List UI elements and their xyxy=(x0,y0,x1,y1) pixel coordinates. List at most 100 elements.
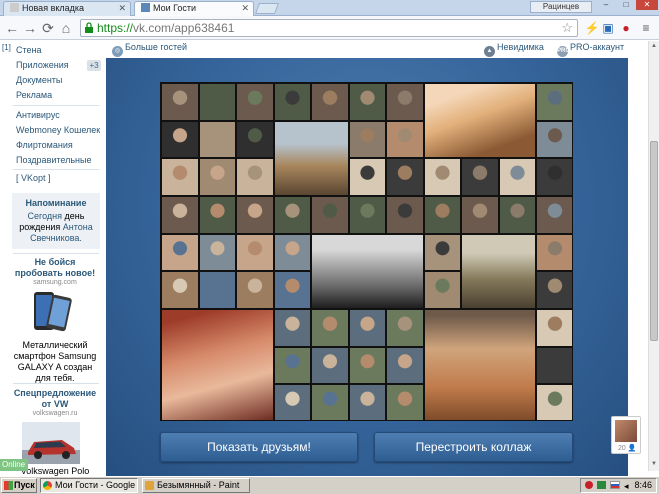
guest-photo-tile[interactable] xyxy=(273,83,312,121)
guest-photo-tile[interactable] xyxy=(273,309,312,347)
guest-photo-tile[interactable] xyxy=(273,196,312,234)
guest-photo-tile[interactable] xyxy=(311,233,424,309)
close-window-button[interactable]: ✕ xyxy=(636,0,658,10)
guest-photo-tile[interactable] xyxy=(423,271,462,309)
language-flag-icon[interactable] xyxy=(610,481,620,489)
invisible-mode-link[interactable]: ▲ Невидимка xyxy=(484,42,544,57)
guest-photo-tile[interactable] xyxy=(423,158,462,196)
tab-new-tab[interactable]: Новая вкладка ✕ xyxy=(3,1,131,16)
guest-photo-tile[interactable] xyxy=(311,196,349,234)
guest-photo-tile[interactable] xyxy=(236,196,274,234)
guest-photo-tile[interactable] xyxy=(386,384,424,420)
guest-photo-tile[interactable] xyxy=(311,83,349,121)
sidebar-counter[interactable]: [1] xyxy=(2,43,11,52)
guest-photo-tile[interactable] xyxy=(386,120,424,159)
guest-photo-tile[interactable] xyxy=(461,233,537,309)
guest-photo-tile[interactable] xyxy=(461,158,499,196)
sidebar-item-greetings[interactable]: Поздравительные xyxy=(16,155,92,165)
guest-photo-tile[interactable] xyxy=(536,83,572,121)
sidebar-item-vkopt[interactable]: [ VKopt ] xyxy=(16,173,51,183)
ad-car-image[interactable] xyxy=(22,422,80,464)
volume-icon[interactable]: ◂ xyxy=(624,480,629,493)
guest-photo-tile[interactable] xyxy=(348,309,387,347)
pinterest-icon[interactable]: ● xyxy=(618,20,634,36)
guest-photo-tile[interactable] xyxy=(498,196,537,234)
guest-photo-tile[interactable] xyxy=(273,346,312,385)
extension-bolt-icon[interactable]: ⚡ xyxy=(584,20,600,36)
guest-photo-tile[interactable] xyxy=(198,271,237,309)
more-guests-link[interactable]: ◎ Больше гостей xyxy=(112,42,187,57)
sidebar-item-apps[interactable]: Приложения xyxy=(16,60,69,70)
reminder-today-link[interactable]: Сегодня xyxy=(28,211,63,221)
guest-photo-tile[interactable] xyxy=(348,384,387,420)
pro-account-link[interactable]: PROPRO-аккаунт xyxy=(557,42,624,57)
guest-photo-tile[interactable] xyxy=(536,196,572,234)
avatar[interactable] xyxy=(615,420,637,442)
guest-photo-tile[interactable] xyxy=(161,271,199,309)
guest-photo-tile[interactable] xyxy=(161,120,199,159)
friends-online-widget[interactable]: 20 👤 xyxy=(611,416,641,454)
home-icon[interactable]: ⌂ xyxy=(58,20,74,36)
guest-photo-tile[interactable] xyxy=(386,309,424,347)
sidebar-item-documents[interactable]: Документы xyxy=(16,75,62,85)
back-icon[interactable]: ← xyxy=(4,20,20,36)
guest-photo-tile[interactable] xyxy=(386,346,424,385)
tray-network-icon[interactable] xyxy=(597,481,606,489)
show-friends-button[interactable]: Показать друзьям! xyxy=(160,432,358,462)
guest-photo-tile[interactable] xyxy=(236,233,274,272)
guest-photo-tile[interactable] xyxy=(198,196,237,234)
sidebar-item-ads[interactable]: Реклама xyxy=(16,90,52,100)
guest-photo-tile[interactable] xyxy=(536,158,572,196)
guest-photo-tile[interactable] xyxy=(273,271,312,309)
guest-photo-tile[interactable] xyxy=(198,120,237,159)
guest-photo-tile[interactable] xyxy=(273,233,312,272)
sidebar-item-antivirus[interactable]: Антивирус xyxy=(16,110,60,120)
guest-photo-tile[interactable] xyxy=(161,158,199,196)
guest-photo-tile[interactable] xyxy=(273,384,312,420)
guest-photo-tile[interactable] xyxy=(198,83,237,121)
taskbar-item-chrome[interactable]: Мои Гости - Google C... xyxy=(40,478,138,493)
guest-photo-tile[interactable] xyxy=(386,158,424,196)
start-button[interactable]: Пуск xyxy=(1,478,37,493)
guest-photo-tile[interactable] xyxy=(311,346,349,385)
tab-my-guests[interactable]: Мои Гости ✕ xyxy=(134,1,254,16)
guest-photo-tile[interactable] xyxy=(161,233,199,272)
sidebar-item-webmoney[interactable]: Webmoney Кошелек xyxy=(16,125,100,135)
guest-photo-tile[interactable] xyxy=(311,309,349,347)
close-tab-icon[interactable]: ✕ xyxy=(241,2,249,15)
guest-photo-tile[interactable] xyxy=(423,83,537,159)
ad-smartphone-image[interactable] xyxy=(22,290,80,332)
ad-title[interactable]: Не бойся пробовать новое! xyxy=(10,257,100,279)
guest-photo-tile[interactable] xyxy=(273,120,349,196)
guest-photo-tile[interactable] xyxy=(348,196,387,234)
guest-photo-tile[interactable] xyxy=(236,271,274,309)
guest-photo-tile[interactable] xyxy=(348,83,387,121)
guest-photo-tile[interactable] xyxy=(423,233,462,272)
maximize-button[interactable]: □ xyxy=(616,0,636,10)
guest-photo-tile[interactable] xyxy=(536,309,572,347)
new-tab-button[interactable] xyxy=(254,3,280,14)
ad-text[interactable]: Металлический смартфон Samsung GALAXY A … xyxy=(10,340,100,384)
guest-photo-tile[interactable] xyxy=(161,309,274,420)
apps-count-badge[interactable]: +3 xyxy=(87,60,101,71)
scrollbar-thumb[interactable] xyxy=(650,141,658,341)
forward-icon[interactable]: → xyxy=(22,20,38,36)
guest-photo-tile[interactable] xyxy=(536,233,572,272)
guest-photo-tile[interactable] xyxy=(536,271,572,309)
guest-photo-tile[interactable] xyxy=(161,83,199,121)
scroll-up-arrow-icon[interactable]: ▲ xyxy=(650,43,658,49)
sidebar-item-wall[interactable]: Стена xyxy=(16,45,42,55)
guest-photo-tile[interactable] xyxy=(236,120,274,159)
guest-photo-tile[interactable] xyxy=(498,158,537,196)
address-bar[interactable]: https://vk.com/app638461 ☆ xyxy=(80,19,578,37)
scroll-down-arrow-icon[interactable]: ▼ xyxy=(650,461,658,467)
guest-photo-tile[interactable] xyxy=(198,233,237,272)
tray-app-icon[interactable] xyxy=(585,481,593,489)
guest-photo-tile[interactable] xyxy=(536,346,572,385)
reload-icon[interactable]: ⟳ xyxy=(40,20,56,36)
guest-photo-tile[interactable] xyxy=(348,346,387,385)
guest-photo-tile[interactable] xyxy=(198,158,237,196)
guest-photo-tile[interactable] xyxy=(311,384,349,420)
taskbar-item-paint[interactable]: Безымянный - Paint xyxy=(142,478,250,493)
guest-photo-tile[interactable] xyxy=(423,309,537,420)
